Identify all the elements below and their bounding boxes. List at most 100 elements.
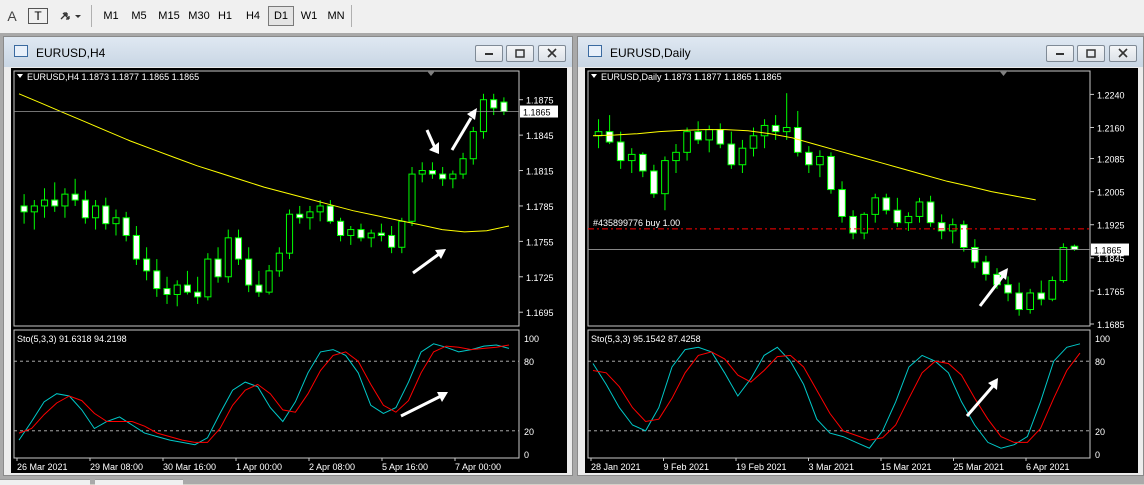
timeframe-m5-button[interactable]: M5 <box>126 6 152 26</box>
current-price-label: 1.1865 <box>1094 246 1122 256</box>
candle-body <box>760 124 769 137</box>
timeframe-w1-button[interactable]: W1 <box>296 6 322 26</box>
candle-body <box>163 288 171 295</box>
candle-body <box>326 205 334 222</box>
price-chart-svg[interactable]: 1.1875 1.1845 1.1815 1.1785 1.1755 1.1725 1.16… <box>11 68 567 473</box>
close-button[interactable] <box>1109 45 1137 62</box>
price-tick-label: 1.1755 <box>526 237 554 247</box>
annotation-arrow <box>450 117 473 151</box>
price-tick-label: 1.1685 <box>1097 320 1125 330</box>
candle-body <box>214 258 222 278</box>
price-tick-label: 1.1725 <box>526 273 554 283</box>
timeframe-m30-button[interactable]: M30 <box>186 6 212 26</box>
stoch-tick-label: 80 <box>524 357 534 367</box>
candle-body <box>337 220 345 236</box>
minimize-button[interactable] <box>1046 45 1074 62</box>
price-chart-svg[interactable]: 1.22401.21601.20851.20051.19251.18451.17… <box>585 68 1138 473</box>
stoch-signal-line <box>18 344 510 443</box>
candle-body <box>224 237 232 278</box>
candle-body <box>1026 292 1035 311</box>
candle-body <box>627 153 636 162</box>
price-tick-label: 1.2160 <box>1097 124 1125 134</box>
annotation-arrow <box>412 252 440 275</box>
candle-body <box>838 189 846 217</box>
time-tick-label: 1 Apr 00:00 <box>236 462 282 472</box>
chart-area[interactable]: 1.2240 1.2160 1.2085 1.2005 1.1925 1.1845 1.17… <box>585 68 1138 473</box>
text-tool-icon[interactable]: A <box>2 6 22 26</box>
order-label: #435899776 buy 1.00 <box>593 218 680 228</box>
time-tick-label: 19 Feb 2021 <box>736 462 787 472</box>
chart-info-text: EURUSD,H4 1.1873 1.1877 1.1865 1.1865 <box>27 72 199 82</box>
maximize-button[interactable] <box>506 45 534 62</box>
candle-body <box>265 270 273 293</box>
stoch-tick-label: 100 <box>524 334 539 344</box>
chart-window-daily[interactable]: EURUSD,Daily 1.2240 1.2160 1.2085 1.2005 1.1… <box>577 36 1144 476</box>
timeframe-d1-button[interactable]: D1 <box>268 6 294 26</box>
timeframe-m1-button[interactable]: M1 <box>98 6 124 26</box>
candle-body <box>959 224 968 248</box>
candle-body <box>367 232 375 239</box>
candle-body <box>500 101 508 113</box>
price-tick-label: 1.1695 <box>526 308 554 318</box>
close-button[interactable] <box>538 45 566 62</box>
maximize-icon <box>515 49 525 58</box>
chart-area[interactable]: 1.1875 1.1845 1.1815 1.1785 1.1755 1.1725 1.16… <box>11 68 567 473</box>
candle-body <box>275 252 283 272</box>
candle-body <box>132 234 140 260</box>
candle-body <box>408 173 416 222</box>
timeframe-h4-button[interactable]: H4 <box>240 6 266 26</box>
timeframe-mn-button[interactable]: MN <box>323 6 349 26</box>
text-label-tool-icon[interactable]: T <box>28 8 48 24</box>
candle-body <box>871 197 880 215</box>
chart-window-h4[interactable]: EURUSD,H4 1.1875 1.1845 1.1815 1.1785 1.1755… <box>3 36 573 476</box>
candle-body <box>661 160 669 195</box>
candle-body <box>860 213 868 234</box>
annotation-arrowhead <box>467 108 477 120</box>
candle-body <box>285 213 294 254</box>
timeframe-m15-button[interactable]: M15 <box>153 6 185 26</box>
candle-body <box>479 99 488 133</box>
annotation-arrow <box>425 129 437 149</box>
annotation-arrow <box>978 275 1005 307</box>
candle-body <box>948 224 957 232</box>
text-tool-glyph: A <box>7 8 17 24</box>
time-tick-label: 28 Jan 2021 <box>591 462 641 472</box>
text-label-glyph: T <box>34 9 42 23</box>
candle-body <box>937 222 946 232</box>
stoch-info-text: Sto(5,3,3) 95.1542 87.4258 <box>591 334 701 344</box>
candle-body <box>616 141 625 162</box>
chart-window-icon <box>588 45 602 57</box>
window-titlebar[interactable]: EURUSD,H4 <box>4 37 572 67</box>
candle-body <box>143 258 151 272</box>
candle-body <box>428 170 436 175</box>
minimize-button[interactable] <box>475 45 503 62</box>
candle-body <box>716 129 725 145</box>
candle-body <box>771 124 780 133</box>
maximize-button[interactable] <box>1077 45 1105 62</box>
timeframe-h1-button[interactable]: H1 <box>212 6 238 26</box>
maximize-icon <box>1086 49 1096 58</box>
candle-body <box>61 193 69 207</box>
candle-body <box>377 232 385 236</box>
candle-body <box>398 220 406 248</box>
stoch-tick-label: 0 <box>524 450 529 460</box>
chart-info-text: EURUSD,Daily 1.1873 1.1877 1.1865 1.1865 <box>601 72 782 82</box>
candle-body <box>1015 292 1023 311</box>
candle-body <box>194 291 202 298</box>
time-tick-label: 30 Mar 16:00 <box>163 462 216 472</box>
candle-body <box>915 201 924 217</box>
candle-body <box>1037 292 1046 300</box>
candle-body <box>51 199 59 207</box>
stoch-tick-label: 80 <box>1095 357 1105 367</box>
candle-body <box>849 215 857 234</box>
arrows-tool-icon[interactable] <box>55 6 85 26</box>
candle-body <box>316 205 324 213</box>
candle-body <box>1004 284 1012 294</box>
candle-body <box>605 131 614 143</box>
window-titlebar[interactable]: EURUSD,Daily <box>578 37 1143 67</box>
annotation-arrow <box>400 394 442 418</box>
candle-body <box>1048 280 1057 300</box>
stoch-info-text: Sto(5,3,3) 91.6318 94.2198 <box>17 334 127 344</box>
candle-body <box>490 99 498 109</box>
price-tick-label: 1.2085 <box>1097 155 1125 165</box>
